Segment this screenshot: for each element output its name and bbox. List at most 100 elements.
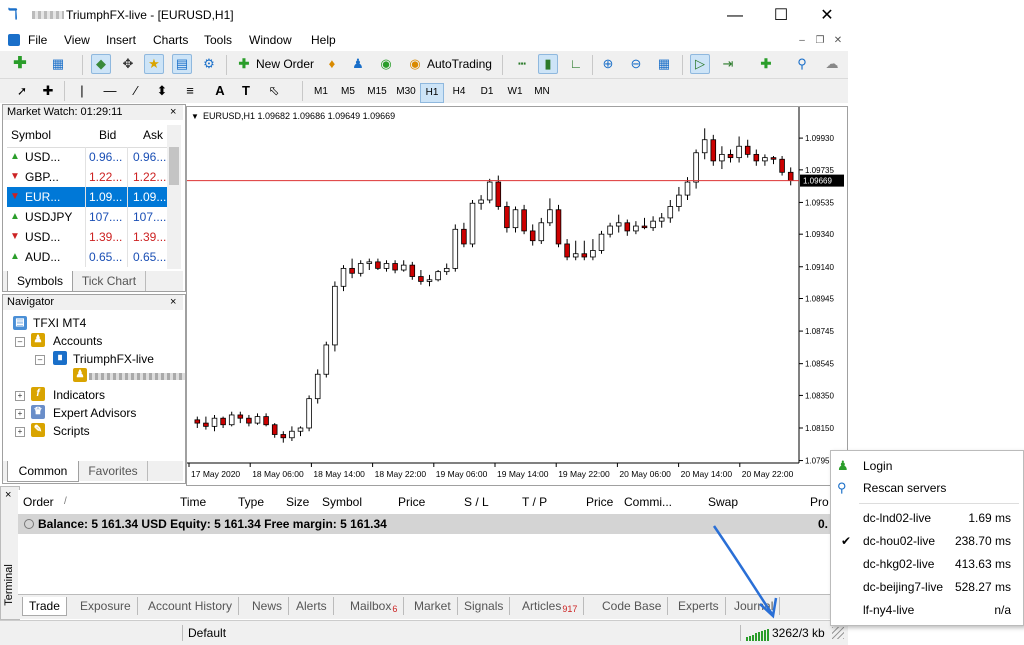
bar-chart-icon[interactable]: ┅ xyxy=(512,54,532,74)
timeframe-m15[interactable]: M15 xyxy=(364,83,390,101)
timeframe-d1[interactable]: D1 xyxy=(476,83,498,101)
terminal-tab[interactable]: Exposure xyxy=(74,597,138,615)
market-watch-row[interactable]: ▲ AUD... 0.65... 0.65... xyxy=(7,247,167,267)
resize-grip-icon[interactable] xyxy=(832,627,844,639)
market-watch-scrollbar[interactable] xyxy=(167,125,181,269)
column-header-order[interactable]: Order xyxy=(23,492,54,512)
timeframe-mn[interactable]: MN xyxy=(530,83,554,101)
nav-root[interactable]: TFXI MT4 xyxy=(33,316,86,330)
scrollbar-thumb[interactable] xyxy=(169,147,179,185)
terminal-tab[interactable]: Trade xyxy=(22,597,67,616)
column-header-bid[interactable]: Bid xyxy=(99,125,116,145)
mdi-restore-button[interactable]: ❐ xyxy=(813,34,827,48)
zoom-out-icon[interactable]: ⊖ xyxy=(626,54,646,74)
chart-header-arrow-icon[interactable]: ▼ xyxy=(191,112,199,121)
server-item[interactable]: ✔ dc-hou02-live 238.70 ms xyxy=(831,530,1023,552)
server-item[interactable]: lf-ny4-live n/a xyxy=(831,599,1023,621)
nav-indicators[interactable]: Indicators xyxy=(53,388,105,402)
menu-tools[interactable]: Tools xyxy=(204,33,232,47)
tab-symbols[interactable]: Symbols xyxy=(7,271,73,292)
terminal-tab[interactable]: Code Base xyxy=(596,597,669,615)
nav-server[interactable]: TriumphFX-live xyxy=(73,352,154,366)
column-header-symbol[interactable]: Symbol xyxy=(11,125,51,145)
autotrading-button[interactable]: AutoTrading xyxy=(427,57,492,71)
timeframe-w1[interactable]: W1 xyxy=(504,83,526,101)
close-icon[interactable]: × xyxy=(170,106,176,118)
menu-charts[interactable]: Charts xyxy=(153,33,188,47)
menu-insert[interactable]: Insert xyxy=(106,33,136,47)
new-chart-icon[interactable]: ✚ xyxy=(10,54,30,74)
column-header-time[interactable]: Time xyxy=(180,492,206,512)
fibonacci-icon[interactable]: ≡ xyxy=(180,81,200,101)
auto-scroll-icon[interactable]: ▷ xyxy=(690,54,710,74)
search-icon[interactable]: ⚲ xyxy=(792,54,812,74)
tab-tick-chart[interactable]: Tick Chart xyxy=(73,271,146,291)
minimize-button[interactable]: — xyxy=(712,0,758,31)
new-order-icon[interactable]: ✚ xyxy=(234,54,254,74)
cursor-icon[interactable]: ➚ xyxy=(12,81,32,101)
vertical-line-icon[interactable]: | xyxy=(72,81,92,101)
expand-icon[interactable]: + xyxy=(15,409,25,419)
trendline-icon[interactable]: ∕ xyxy=(126,81,146,101)
close-icon[interactable]: × xyxy=(5,489,11,501)
redacted-account-number[interactable] xyxy=(89,373,185,380)
status-profile[interactable]: Default xyxy=(188,626,226,640)
terminal-tab[interactable]: Articles917 xyxy=(516,597,585,615)
nav-expert-advisors[interactable]: Expert Advisors xyxy=(53,406,136,420)
status-traffic[interactable]: 3262/3 kb xyxy=(772,626,825,640)
zoom-in-icon[interactable]: ⊕ xyxy=(598,54,618,74)
crosshair-icon[interactable]: ✚ xyxy=(38,81,58,101)
terminal-tab[interactable]: Alerts xyxy=(290,597,334,615)
mdi-close-button[interactable]: ✕ xyxy=(831,34,845,48)
column-header-symbol[interactable]: Symbol xyxy=(322,492,362,512)
arrows-icon[interactable]: ⬁ xyxy=(264,81,284,101)
terminal-tab[interactable]: Signals xyxy=(458,597,511,615)
chat-icon[interactable]: ☁ xyxy=(822,54,842,74)
column-header-size[interactable]: Size xyxy=(286,492,309,512)
market-watch-row[interactable]: ▲ USD... 0.96... 0.96... xyxy=(7,147,167,167)
login-menu-item[interactable]: ♟ Login xyxy=(831,455,1023,477)
close-icon[interactable]: × xyxy=(170,296,176,308)
column-header-commission[interactable]: Commi... xyxy=(624,492,672,512)
equidistant-channel-icon[interactable]: ⬍ xyxy=(152,81,172,101)
tab-common[interactable]: Common xyxy=(7,461,79,482)
tile-windows-icon[interactable]: ▦ xyxy=(654,54,674,74)
signals-icon[interactable]: ◉ xyxy=(376,54,396,74)
terminal-tab[interactable]: Mailbox6 xyxy=(344,597,405,615)
horizontal-line-icon[interactable]: — xyxy=(100,81,120,101)
column-header-price[interactable]: Price xyxy=(398,492,425,512)
connection-status-icon[interactable] xyxy=(746,627,770,641)
menu-file[interactable]: File xyxy=(28,33,47,47)
new-order-button[interactable]: New Order xyxy=(256,57,314,71)
menu-help[interactable]: Help xyxy=(311,33,336,47)
autotrading-icon[interactable]: ◉ xyxy=(405,54,425,74)
server-item[interactable]: dc-hkg02-live 413.63 ms xyxy=(831,553,1023,575)
column-header-ask[interactable]: Ask xyxy=(143,125,163,145)
market-watch-row[interactable]: ▼ EUR... 1.09... 1.09... xyxy=(7,187,167,207)
column-header-tp[interactable]: T / P xyxy=(522,492,547,512)
market-watch-row[interactable]: ▼ GBP... 1.22... 1.22... xyxy=(7,167,167,187)
mdi-minimize-button[interactable]: – xyxy=(795,34,809,48)
timeframe-m5[interactable]: M5 xyxy=(336,83,360,101)
column-header-profit[interactable]: Pro xyxy=(810,492,829,512)
timeframe-m1[interactable]: M1 xyxy=(310,83,332,101)
terminal-toggle-icon[interactable]: ▤ xyxy=(172,54,192,74)
candlestick-chart[interactable]: ▼ EURUSD,H1 1.09682 1.09686 1.09649 1.096… xyxy=(187,107,847,485)
rescan-servers-menu-item[interactable]: ⚲ Rescan servers xyxy=(831,477,1023,499)
metaeditor-icon[interactable]: ♦ xyxy=(322,54,342,74)
menu-view[interactable]: View xyxy=(64,33,90,47)
navigator-toggle-icon[interactable]: ★ xyxy=(144,54,164,74)
profiles-icon[interactable]: ▦ xyxy=(48,54,68,74)
column-header-swap[interactable]: Swap xyxy=(708,492,738,512)
text-tool-icon[interactable]: A xyxy=(210,81,230,101)
timeframe-h1[interactable]: H1 xyxy=(420,83,444,103)
terminal-tab[interactable]: Account History xyxy=(142,597,240,615)
market-watch-row[interactable]: ▲ USDJPY 107.... 107.... xyxy=(7,207,167,227)
column-header-sl[interactable]: S / L xyxy=(464,492,489,512)
column-header-current-price[interactable]: Price xyxy=(586,492,613,512)
line-chart-icon[interactable]: ∟ xyxy=(566,54,586,74)
indicators-list-icon[interactable]: ✚ xyxy=(756,54,776,74)
maximize-button[interactable]: ☐ xyxy=(758,0,804,31)
market-watch-row[interactable]: ▼ USD... 1.39... 1.39... xyxy=(7,227,167,247)
column-header-type[interactable]: Type xyxy=(238,492,264,512)
